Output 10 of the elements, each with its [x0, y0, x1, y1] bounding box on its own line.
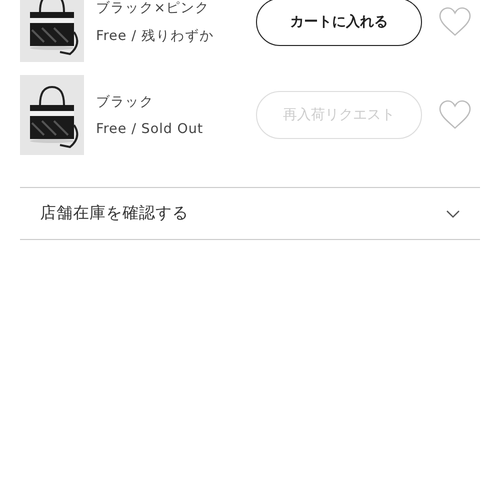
store-stock-accordion[interactable]: 店舗在庫を確認する — [20, 187, 480, 240]
heart-icon[interactable] — [438, 7, 472, 37]
color-name: ブラック — [96, 93, 155, 111]
size-stock-text: Free / 残りわずか — [96, 27, 215, 45]
heart-icon[interactable] — [438, 100, 472, 130]
size-stock-text: Free / Sold Out — [96, 121, 204, 137]
add-to-cart-button[interactable]: カートに入れる — [256, 0, 422, 46]
accordion-label: 店舗在庫を確認する — [40, 203, 188, 224]
color-name: ブラック×ピンク — [96, 0, 210, 17]
chevron-down-icon — [446, 210, 460, 218]
